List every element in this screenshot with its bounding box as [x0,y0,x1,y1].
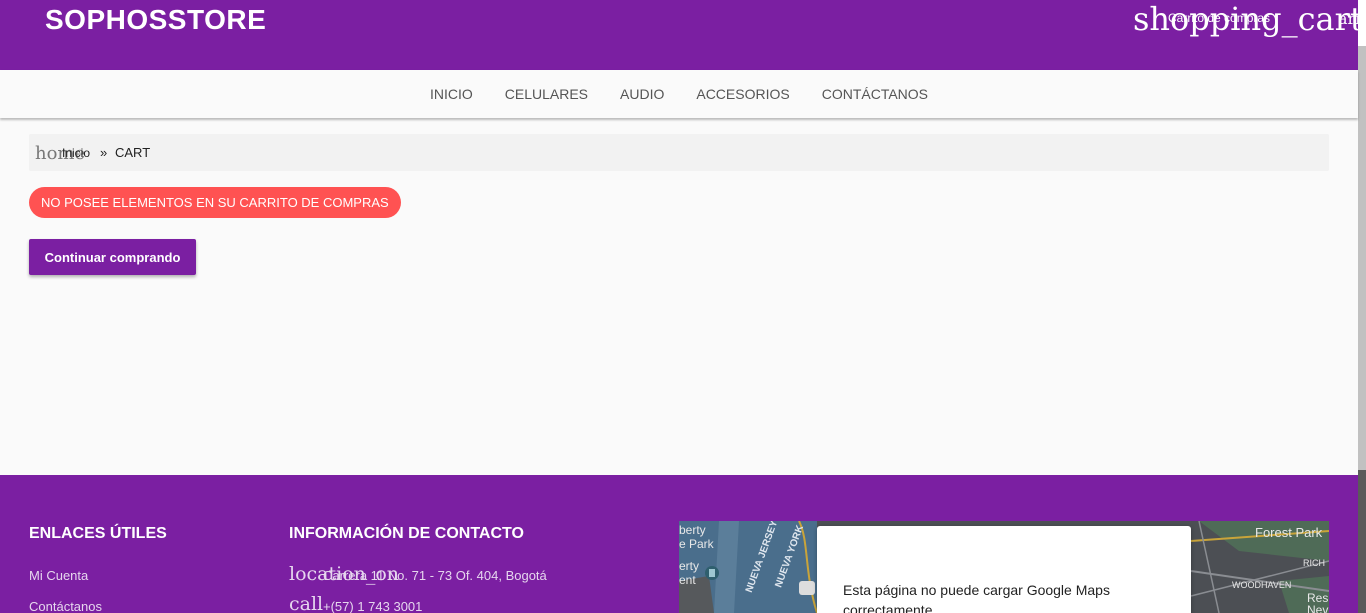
top-header: SOPHOSSTORE shopping_cart Carrito de com… [0,0,1366,70]
footer-link-mi-cuenta[interactable]: Mi Cuenta [29,568,88,583]
page-scrollbar[interactable] [1358,0,1366,613]
cart-label[interactable]: Carrito de compras [1168,11,1270,25]
map-label-liberty: berty [679,523,706,537]
breadcrumb-separator: » [100,145,108,160]
empty-cart-alert: NO POSEE ELEMENTOS EN SU CARRITO DE COMP… [29,187,401,218]
footer-phone: +(57) 1 743 3001 [323,599,423,613]
map-label-nev: Nev [1307,603,1329,613]
map-label-rich: RICH [1303,558,1325,568]
continue-shopping-button[interactable]: Continuar comprando [29,239,196,275]
scrollbar-thumb[interactable] [1358,46,1366,470]
breadcrumb: home Inicio » CART [29,134,1329,171]
breadcrumb-home-link[interactable]: Inicio [62,146,90,160]
nav-item-accesorios[interactable]: ACCESORIOS [696,86,789,102]
footer-links-title: ENLACES ÚTILES [29,525,167,542]
breadcrumb-current: CART [115,145,151,160]
footer-address: Carrera 11 No. 71 - 73 Of. 404, Bogotá [323,568,547,583]
brand-logo[interactable]: SOPHOSSTORE [45,4,266,36]
footer-link-contactanos[interactable]: Contáctanos [29,599,102,613]
map-label-forest-park: Forest Park [1255,525,1323,540]
call-icon: call [289,593,324,613]
map-label-ent: ent [679,573,696,587]
nav-item-inicio[interactable]: INICIO [430,86,473,102]
nav-item-audio[interactable]: AUDIO [620,86,664,102]
footer-contact-title: INFORMACIÓN DE CONTACTO [289,525,524,542]
scrollbar-track-bottom [1358,470,1366,613]
map-error-dialog: Esta página no puede cargar Google Maps … [817,526,1191,613]
nav-list: INICIO CELULARES AUDIO ACCESORIOS CONTÁC… [0,70,1358,118]
map-label-park: e Park [679,537,714,551]
map-label-woodhaven: WOODHAVEN [1232,580,1292,590]
scrollbar-track-top [1358,0,1366,46]
map-error-message: Esta página no puede cargar Google Maps … [843,582,1110,613]
nav-item-celulares[interactable]: CELULARES [505,86,588,102]
footer: ENLACES ÚTILES Mi Cuenta Contáctanos INF… [0,475,1358,613]
map-label-liberty-2: erty [679,559,700,573]
main-nav: INICIO CELULARES AUDIO ACCESORIOS CONTÁC… [0,70,1358,118]
nav-item-contactanos[interactable]: CONTÁCTANOS [822,86,928,102]
google-map[interactable]: berty e Park erty ent NUEVA JERSEY NUEVA… [679,521,1329,613]
